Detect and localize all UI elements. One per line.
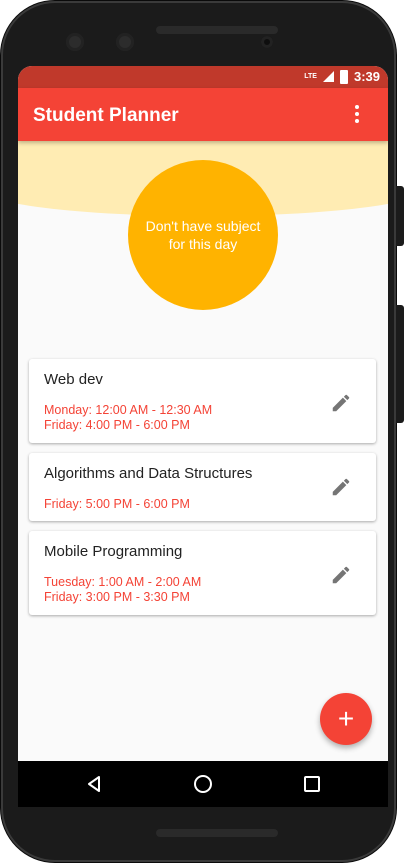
subject-time: Friday: 4:00 PM - 6:00 PM xyxy=(44,418,190,432)
empty-state-circle: Don't have subject for this day xyxy=(128,160,278,310)
empty-state-message: Don't have subject for this day xyxy=(145,218,261,252)
subject-time: Friday: 3:00 PM - 3:30 PM xyxy=(44,590,190,604)
power-button xyxy=(396,186,404,246)
add-icon: + xyxy=(337,703,355,734)
status-icons: LTE 3:39 xyxy=(304,69,380,84)
signal-icon xyxy=(322,71,334,82)
subject-card[interactable]: Web dev Monday: 12:00 AM - 12:30 AM Frid… xyxy=(29,359,376,443)
navigation-bar xyxy=(18,761,388,807)
subject-card[interactable]: Algorithms and Data Structures Friday: 5… xyxy=(29,453,376,521)
status-bar: LTE 3:39 xyxy=(18,66,388,88)
add-subject-button[interactable]: + xyxy=(320,693,372,745)
recents-icon[interactable] xyxy=(299,771,325,797)
network-type-label: LTE xyxy=(304,73,317,80)
subject-card[interactable]: Mobile Programming Tuesday: 1:00 AM - 2:… xyxy=(29,531,376,615)
app-bar: Student Planner xyxy=(18,88,388,141)
home-icon[interactable] xyxy=(190,771,216,797)
subject-times: Friday: 5:00 PM - 6:00 PM xyxy=(44,497,190,512)
subject-times: Tuesday: 1:00 AM - 2:00 AM Friday: 3:00 … xyxy=(44,575,201,605)
subject-name: Mobile Programming xyxy=(44,543,183,560)
edit-icon[interactable] xyxy=(330,476,352,498)
subject-name: Algorithms and Data Structures xyxy=(44,465,253,482)
bottom-speaker xyxy=(156,829,278,837)
earpiece-speaker xyxy=(156,26,278,34)
subject-time: Friday: 5:00 PM - 6:00 PM xyxy=(44,497,190,511)
volume-button xyxy=(396,305,404,423)
subject-times: Monday: 12:00 AM - 12:30 AM Friday: 4:00… xyxy=(44,403,212,433)
battery-icon xyxy=(339,69,348,84)
proximity-sensor xyxy=(261,36,273,48)
front-camera xyxy=(66,33,84,51)
subject-name: Web dev xyxy=(44,371,103,388)
back-icon[interactable] xyxy=(81,771,107,797)
front-sensor xyxy=(116,33,134,51)
edit-icon[interactable] xyxy=(330,564,352,586)
subject-time: Monday: 12:00 AM - 12:30 AM xyxy=(44,403,213,417)
subject-time: Tuesday: 1:00 AM - 2:00 AM xyxy=(44,575,202,589)
more-vertical-icon[interactable] xyxy=(354,105,360,123)
screen: LTE 3:39 Student Planner Don't have subj… xyxy=(18,66,388,807)
app-title: Student Planner xyxy=(33,105,179,126)
status-time: 3:39 xyxy=(353,69,380,84)
edit-icon[interactable] xyxy=(330,392,352,414)
